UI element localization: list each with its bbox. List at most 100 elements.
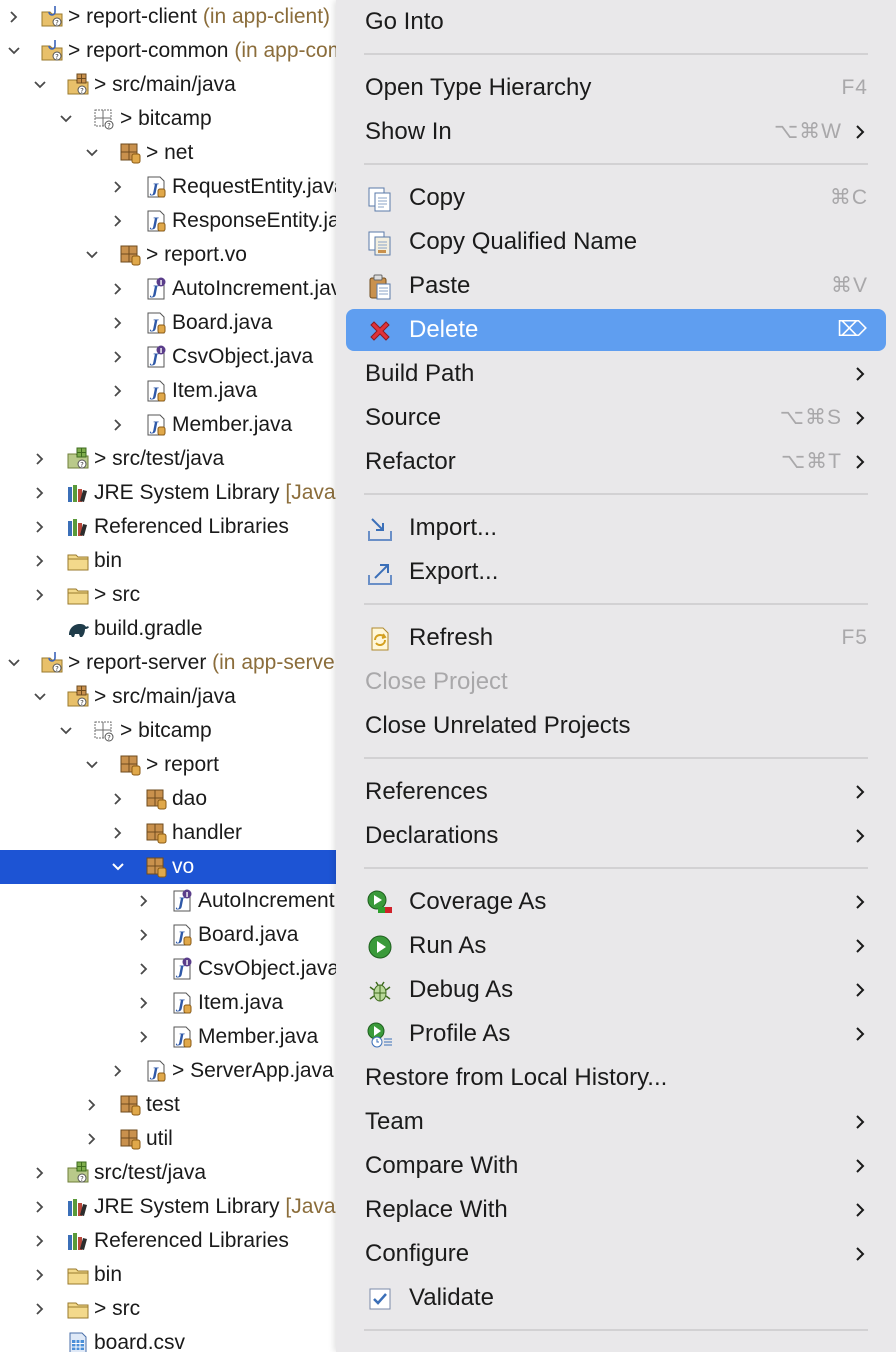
tree-item-src-main-java[interactable]: ? > src/main/java (0, 680, 336, 714)
tree-item-dao[interactable]: dao (0, 782, 336, 816)
chevron-right-icon[interactable] (110, 1054, 126, 1088)
tree-item-vo[interactable]: vo (0, 850, 336, 884)
chevron-right-icon[interactable] (32, 476, 48, 510)
tree-item-bin[interactable]: bin (0, 544, 336, 578)
menu-item-compare-with[interactable]: Compare With (346, 1145, 886, 1187)
chevron-down-icon[interactable] (32, 68, 48, 102)
menu-item-close-unrelated-projects[interactable]: Close Unrelated Projects (346, 705, 886, 747)
chevron-right-icon[interactable] (32, 1224, 48, 1258)
menu-item-refresh[interactable]: Refresh F5 (346, 617, 886, 659)
menu-item-configure[interactable]: Configure (346, 1233, 886, 1275)
chevron-down-icon[interactable] (84, 136, 100, 170)
tree-item-autoincrement-java[interactable]: JIAutoIncrement.java (0, 884, 336, 918)
tree-item-requestentity-java[interactable]: J RequestEntity.java (0, 170, 336, 204)
tree-item-jre-system-library[interactable]: JRE System Library [JavaSE-17] (0, 476, 336, 510)
chevron-down-icon[interactable] (84, 238, 100, 272)
tree-item-report-common[interactable]: ? > report-common (in app-common) (0, 34, 336, 68)
tree-item-util[interactable]: util (0, 1122, 336, 1156)
tree-item-jre-system-library[interactable]: JRE System Library [JavaSE-17] (0, 1190, 336, 1224)
tree-item-report-client[interactable]: ? > report-client (in app-client) (0, 0, 336, 34)
tree-item-bitcamp[interactable]: ? > bitcamp (0, 714, 336, 748)
menu-item-export[interactable]: Export... (346, 551, 886, 593)
chevron-right-icon[interactable] (110, 340, 126, 374)
chevron-right-icon[interactable] (32, 1190, 48, 1224)
menu-item-validate[interactable]: Validate (346, 1277, 886, 1319)
chevron-down-icon[interactable] (58, 102, 74, 136)
chevron-right-icon[interactable] (136, 918, 152, 952)
chevron-right-icon[interactable] (110, 272, 126, 306)
chevron-right-icon[interactable] (110, 204, 126, 238)
chevron-right-icon[interactable] (136, 986, 152, 1020)
chevron-down-icon[interactable] (84, 748, 100, 782)
menu-item-run-as[interactable]: Run As (346, 925, 886, 967)
menu-item-copy[interactable]: Copy ⌘C (346, 177, 886, 219)
tree-item-src-test-java[interactable]: ? > src/test/java (0, 442, 336, 476)
chevron-right-icon[interactable] (110, 170, 126, 204)
tree-item-autoincrement-java[interactable]: JIAutoIncrement.java (0, 272, 336, 306)
chevron-right-icon[interactable] (84, 1088, 100, 1122)
tree-item-responseentity-java[interactable]: JResponseEntity.java (0, 204, 336, 238)
chevron-down-icon[interactable] (32, 680, 48, 714)
tree-item-referenced-libraries[interactable]: Referenced Libraries (0, 1224, 336, 1258)
tree-item-member-java[interactable]: J Member.java (0, 408, 336, 442)
tree-item-report[interactable]: > report (0, 748, 336, 782)
tree-item-board-java[interactable]: J Board.java (0, 306, 336, 340)
menu-item-debug-as[interactable]: Debug As (346, 969, 886, 1011)
tree-item-serverapp-java[interactable]: J > ServerApp.java (0, 1054, 336, 1088)
menu-item-source[interactable]: Source ⌥⌘S (346, 397, 886, 439)
chevron-down-icon[interactable] (110, 850, 126, 884)
tree-item-test[interactable]: test (0, 1088, 336, 1122)
chevron-right-icon[interactable] (32, 544, 48, 578)
chevron-right-icon[interactable] (136, 952, 152, 986)
tree-item-src-test-java[interactable]: ? src/test/java (0, 1156, 336, 1190)
tree-item-board-csv[interactable]: board.csv (0, 1326, 336, 1352)
chevron-right-icon[interactable] (136, 884, 152, 918)
tree-item-csvobject-java[interactable]: J I CsvObject.java (0, 952, 336, 986)
menu-item-restore-from-local-history[interactable]: Restore from Local History... (346, 1057, 886, 1099)
menu-item-team[interactable]: Team (346, 1101, 886, 1143)
chevron-right-icon[interactable] (32, 578, 48, 612)
tree-item-csvobject-java[interactable]: J I CsvObject.java (0, 340, 336, 374)
tree-item-bitcamp[interactable]: ? > bitcamp (0, 102, 336, 136)
chevron-down-icon[interactable] (6, 646, 22, 680)
chevron-right-icon[interactable] (32, 1292, 48, 1326)
tree-item-board-java[interactable]: J Board.java (0, 918, 336, 952)
menu-item-copy-qualified-name[interactable]: Copy Qualified Name (346, 221, 886, 263)
tree-item-bin[interactable]: bin (0, 1258, 336, 1292)
tree-item-handler[interactable]: handler (0, 816, 336, 850)
chevron-right-icon[interactable] (110, 408, 126, 442)
tree-item-build-gradle[interactable]: build.gradle (0, 612, 336, 646)
chevron-down-icon[interactable] (58, 714, 74, 748)
menu-item-build-path[interactable]: Build Path (346, 353, 886, 395)
chevron-right-icon[interactable] (110, 306, 126, 340)
package-explorer-tree[interactable]: ? > report-client (in app-client)? > repor… (0, 0, 336, 1352)
menu-item-declarations[interactable]: Declarations (346, 815, 886, 857)
chevron-right-icon[interactable] (110, 374, 126, 408)
chevron-right-icon[interactable] (32, 1156, 48, 1190)
menu-item-profile-as[interactable]: Profile As (346, 1013, 886, 1055)
tree-item-member-java[interactable]: J Member.java (0, 1020, 336, 1054)
tree-item-net[interactable]: > net (0, 136, 336, 170)
chevron-right-icon[interactable] (6, 0, 22, 34)
tree-item-report-server[interactable]: ? > report-server (in app-server) (0, 646, 336, 680)
menu-item-delete[interactable]: Delete ⌦ (346, 309, 886, 351)
chevron-down-icon[interactable] (6, 34, 22, 68)
chevron-right-icon[interactable] (32, 1258, 48, 1292)
chevron-right-icon[interactable] (32, 510, 48, 544)
tree-item-src-main-java[interactable]: ? > src/main/java (0, 68, 336, 102)
tree-item-report-vo[interactable]: > report.vo (0, 238, 336, 272)
tree-item-referenced-libraries[interactable]: Referenced Libraries (0, 510, 336, 544)
tree-item-src[interactable]: > src (0, 578, 336, 612)
tree-item-src[interactable]: > src (0, 1292, 336, 1326)
menu-item-open-type-hierarchy[interactable]: Open Type Hierarchy F4 (346, 67, 886, 109)
menu-item-refactor[interactable]: Refactor ⌥⌘T (346, 441, 886, 483)
menu-item-show-in[interactable]: Show In ⌥⌘W (346, 111, 886, 153)
chevron-right-icon[interactable] (136, 1020, 152, 1054)
menu-item-paste[interactable]: Paste ⌘V (346, 265, 886, 307)
chevron-right-icon[interactable] (110, 816, 126, 850)
tree-item-item-java[interactable]: J Item.java (0, 986, 336, 1020)
menu-item-go-into[interactable]: Go Into (346, 1, 886, 43)
menu-item-import[interactable]: Import... (346, 507, 886, 549)
chevron-right-icon[interactable] (32, 442, 48, 476)
menu-item-references[interactable]: References (346, 771, 886, 813)
